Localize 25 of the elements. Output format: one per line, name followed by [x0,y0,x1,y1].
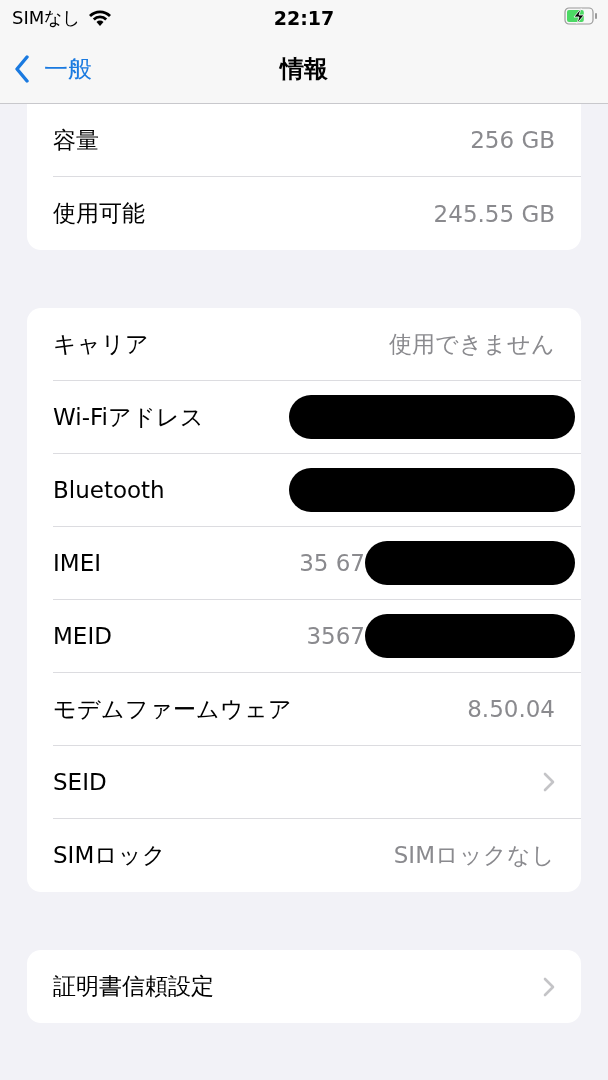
row-value: 245.55 GB [433,200,555,227]
row-label: SEID [53,769,107,795]
battery-icon [564,6,598,25]
row-label: 容量 [53,125,99,155]
row-label: モデムファームウェア [53,694,292,724]
row-value: SIMロックなし [393,841,555,870]
row-value: 使用できません [389,329,555,359]
row-label: キャリア [53,329,149,359]
row-label: 証明書信頼設定 [53,972,214,1001]
carrier-label: SIMなし [12,5,81,30]
row-label: SIMロック [53,841,167,870]
page-title: 情報 [278,54,329,85]
row-value: 3567 [306,623,365,649]
row-value: 8.50.04 [467,696,555,722]
row-label: MEID [53,623,112,649]
row-value: 35 67 [299,550,365,576]
chevron-left-icon [14,55,30,83]
clock: 22:17 [272,6,336,29]
row-label: IMEI [53,550,101,576]
row-value: 256 GB [470,127,555,153]
row-label: 使用可能 [53,199,145,228]
back-button[interactable]: 一般 [0,53,92,85]
row-label: Wi-Fiアドレス [53,402,204,432]
wifi-icon [88,8,113,27]
row-label: Bluetooth [53,477,165,503]
